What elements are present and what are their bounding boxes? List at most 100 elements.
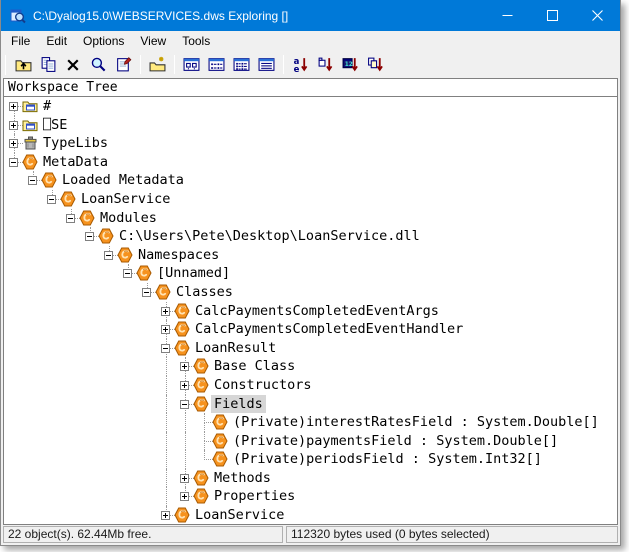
tree-row[interactable]: Constructors xyxy=(4,376,617,395)
tree-item-label[interactable]: LoanService xyxy=(78,190,173,209)
tree-item-label[interactable]: Base Class xyxy=(211,357,298,376)
tree-row[interactable]: LoanService xyxy=(4,506,617,524)
tree-row[interactable]: CalcPaymentsCompletedEventHandler xyxy=(4,320,617,339)
close-button[interactable] xyxy=(575,0,620,31)
workspace-tree: #⎕SETypeLibsMetaDataLoaded MetadataLoanS… xyxy=(4,97,617,524)
menu-options[interactable]: Options xyxy=(75,32,132,50)
tree-collapse-button[interactable] xyxy=(142,288,151,297)
tree-row[interactable]: (Private)paymentsField : System.Double[] xyxy=(4,432,617,451)
tree-row[interactable]: TypeLibs xyxy=(4,134,617,153)
view-list-button[interactable] xyxy=(230,53,253,76)
tree-row[interactable]: (Private)periodsField : System.Int32[] xyxy=(4,450,617,469)
sort-by-size-icon xyxy=(317,56,334,73)
tree-item-label[interactable]: MetaData xyxy=(40,153,111,172)
tree-item-label[interactable]: (Private)paymentsField : System.Double[] xyxy=(230,432,561,451)
tree-item-label[interactable]: CalcPaymentsCompletedEventHandler xyxy=(192,320,466,339)
tree-item-label[interactable]: Methods xyxy=(211,469,274,488)
sort-by-size-button[interactable] xyxy=(314,53,337,76)
tree-expand-button[interactable] xyxy=(180,362,189,371)
tree-item-label[interactable]: CalcPaymentsCompletedEventArgs xyxy=(192,302,442,321)
search-icon xyxy=(90,56,107,73)
tree-item-label[interactable]: Properties xyxy=(211,487,298,506)
up-one-level-icon xyxy=(15,56,32,73)
up-one-level-button[interactable] xyxy=(12,53,35,76)
metadata-icon xyxy=(212,414,228,430)
menu-file[interactable]: File xyxy=(3,32,38,50)
copy-button[interactable] xyxy=(37,53,60,76)
properties-button[interactable] xyxy=(112,53,135,76)
menu-tools[interactable]: Tools xyxy=(174,32,218,50)
sort-by-type-button[interactable] xyxy=(364,53,387,76)
tree-row[interactable]: (Private)interestRatesField : System.Dou… xyxy=(4,413,617,432)
maximize-button[interactable] xyxy=(530,0,575,31)
tree-item-label-selected[interactable]: Fields xyxy=(211,395,266,414)
tree-expand-button[interactable] xyxy=(180,474,189,483)
tree-row[interactable]: Base Class xyxy=(4,357,617,376)
tree-expand-button[interactable] xyxy=(180,492,189,501)
tree-collapse-button[interactable] xyxy=(47,195,56,204)
tree-collapse-button[interactable] xyxy=(104,251,113,260)
view-large-icons-button[interactable] xyxy=(180,53,203,76)
tree-expand-button[interactable] xyxy=(161,325,170,334)
tree-row[interactable]: Properties xyxy=(4,487,617,506)
tree-row[interactable]: Fields xyxy=(4,395,617,414)
toolbar-gripper[interactable] xyxy=(5,55,6,75)
tree-expand-button[interactable] xyxy=(161,307,170,316)
maximize-icon xyxy=(547,10,558,21)
tree-collapse-button[interactable] xyxy=(85,232,94,241)
tree-expand-button[interactable] xyxy=(180,381,189,390)
tree-row[interactable]: LoanService xyxy=(4,190,617,209)
tree-item-label[interactable]: (Private)periodsField : System.Int32[] xyxy=(230,450,545,469)
new-namespace-button[interactable] xyxy=(146,53,169,76)
tree-row[interactable]: # xyxy=(4,97,617,116)
tree-item-label[interactable]: LoanResult xyxy=(192,339,279,358)
tree-collapse-button[interactable] xyxy=(161,344,170,353)
tree-item-label[interactable]: Loaded Metadata xyxy=(59,171,187,190)
tree-item-label[interactable]: C:\Users\Pete\Desktop\LoanService.dll xyxy=(116,227,423,246)
new-namespace-icon xyxy=(149,56,166,73)
metadata-icon xyxy=(193,470,209,486)
tree-row[interactable]: Modules xyxy=(4,209,617,228)
tree-item-label[interactable]: ⎕SE xyxy=(40,116,70,135)
view-details-button[interactable] xyxy=(255,53,278,76)
tree-item-label[interactable]: [Unnamed] xyxy=(154,264,233,283)
search-button[interactable] xyxy=(87,53,110,76)
tree-item-label[interactable]: (Private)interestRatesField : System.Dou… xyxy=(230,413,602,432)
tree-expand-button[interactable] xyxy=(9,121,18,130)
tree-row[interactable]: C:\Users\Pete\Desktop\LoanService.dll xyxy=(4,227,617,246)
menu-edit[interactable]: Edit xyxy=(38,32,75,50)
sort-by-name-button[interactable] xyxy=(289,53,312,76)
menu-bar: FileEditOptionsViewTools xyxy=(1,31,620,51)
tree-guide-line xyxy=(166,357,167,376)
tree-item-label[interactable]: Constructors xyxy=(211,376,315,395)
tree-collapse-button[interactable] xyxy=(180,400,189,409)
tree-collapse-button[interactable] xyxy=(123,269,132,278)
tree-item-label[interactable]: Namespaces xyxy=(135,246,222,265)
tree-collapse-button[interactable] xyxy=(28,176,37,185)
sort-by-date-button[interactable] xyxy=(339,53,362,76)
tree-item-label[interactable]: TypeLibs xyxy=(40,134,111,153)
tree-row[interactable]: MetaData xyxy=(4,153,617,172)
tree-item-label[interactable]: Modules xyxy=(97,209,160,228)
tree-row[interactable]: Loaded Metadata xyxy=(4,171,617,190)
tree-expand-button[interactable] xyxy=(161,511,170,520)
tree-item-label[interactable]: Classes xyxy=(173,283,236,302)
tree-expand-button[interactable] xyxy=(9,139,18,148)
tree-row[interactable]: Methods xyxy=(4,469,617,488)
tree-row[interactable]: [Unnamed] xyxy=(4,264,617,283)
tree-collapse-button[interactable] xyxy=(9,158,18,167)
menu-view[interactable]: View xyxy=(132,32,174,50)
tree-row[interactable]: ⎕SE xyxy=(4,116,617,135)
tree-row[interactable]: Namespaces xyxy=(4,246,617,265)
tree-guide-line xyxy=(166,469,167,488)
view-small-icons-button[interactable] xyxy=(205,53,228,76)
tree-collapse-button[interactable] xyxy=(66,214,75,223)
delete-button[interactable] xyxy=(62,53,85,76)
tree-item-label[interactable]: # xyxy=(40,97,54,116)
tree-row[interactable]: Classes xyxy=(4,283,617,302)
tree-item-label[interactable]: LoanService xyxy=(192,506,287,524)
tree-row[interactable]: CalcPaymentsCompletedEventArgs xyxy=(4,302,617,321)
tree-row[interactable]: LoanResult xyxy=(4,339,617,358)
minimize-button[interactable] xyxy=(485,0,530,31)
tree-expand-button[interactable] xyxy=(9,102,18,111)
